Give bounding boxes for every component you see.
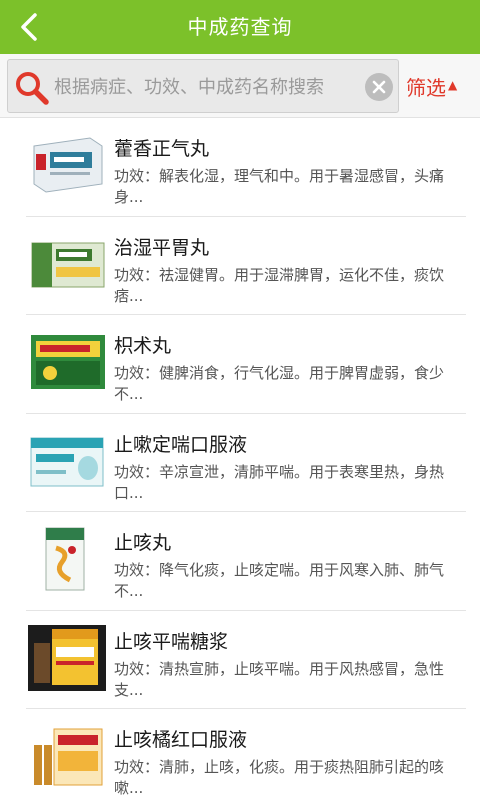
item-name: 藿香正气丸 <box>114 138 210 160</box>
back-arrow-icon <box>21 13 37 41</box>
app-header: 中成药查询 <box>0 0 480 54</box>
list-item[interactable]: 止咳丸 功效：降气化痰，止咳定喘。用于风寒入肺、肺气不... <box>26 512 466 611</box>
close-icon <box>372 80 386 94</box>
item-name: 止咳橘红口服液 <box>114 729 248 751</box>
product-image <box>28 526 106 592</box>
search-bar: 筛选 ▲ <box>0 54 480 118</box>
item-name: 止咳丸 <box>114 532 172 554</box>
search-box <box>7 59 399 113</box>
item-description: 功效：祛湿健胃。用于湿滞脾胃，运化不佳，痰饮痞... <box>114 265 445 305</box>
item-description: 功效：降气化痰，止咳定喘。用于风寒入肺、肺气不... <box>114 561 445 600</box>
back-button[interactable] <box>8 5 52 49</box>
clear-button[interactable] <box>365 73 393 101</box>
product-image <box>28 427 106 494</box>
filter-label: 筛选 <box>406 75 446 100</box>
item-description: 功效：清热宣肺，止咳平喘。用于风热感冒，急性支... <box>114 659 445 699</box>
list-item[interactable]: 止嗽定喘口服液 功效：辛凉宣泄，清肺平喘。用于表寒里热，身热口... <box>26 414 466 512</box>
item-name: 治湿平胃丸 <box>114 236 210 259</box>
product-image <box>28 624 106 691</box>
list-item[interactable]: 枳术丸 功效：健脾消食，行气化湿。用于脾胃虚弱，食少不... <box>26 315 466 414</box>
page-title: 中成药查询 <box>187 15 293 39</box>
triangle-up-icon: ▲ <box>448 78 458 92</box>
medicine-list: 藿香正气丸 功效：解表化湿，理气和中。用于暑湿感冒，头痛身... 治湿平胃丸 功… <box>0 118 480 800</box>
item-name: 止嗽定喘口服液 <box>114 433 248 456</box>
item-description: 功效：解表化湿，理气和中。用于暑湿感冒，头痛身... <box>114 167 445 206</box>
item-description: 功效：清肺，止咳，化痰。用于痰热阻肺引起的咳嗽... <box>114 758 445 797</box>
list-item[interactable]: 止咳橘红口服液 功效：清肺，止咳，化痰。用于痰热阻肺引起的咳嗽... <box>26 709 466 800</box>
item-description: 功效：健脾消食，行气化湿。用于脾胃虚弱，食少不... <box>114 364 445 403</box>
item-name: 止咳平喘糖浆 <box>114 630 229 653</box>
product-image <box>28 132 106 198</box>
list-item[interactable]: 藿香正气丸 功效：解表化湿，理气和中。用于暑湿感冒，头痛身... <box>26 118 466 217</box>
product-image <box>28 230 106 297</box>
item-description: 功效：辛凉宣泄，清肺平喘。用于表寒里热，身热口... <box>114 462 445 502</box>
search-input[interactable] <box>54 68 354 106</box>
product-image <box>28 329 106 395</box>
filter-button[interactable]: 筛选 ▲ <box>406 59 478 113</box>
item-name: 枳术丸 <box>114 335 172 357</box>
list-item[interactable]: 止咳平喘糖浆 功效：清热宣肺，止咳平喘。用于风热感冒，急性支... <box>26 611 466 709</box>
search-icon <box>16 72 49 105</box>
product-image <box>28 723 106 789</box>
list-item[interactable]: 治湿平胃丸 功效：祛湿健胃。用于湿滞脾胃，运化不佳，痰饮痞... <box>26 217 466 315</box>
